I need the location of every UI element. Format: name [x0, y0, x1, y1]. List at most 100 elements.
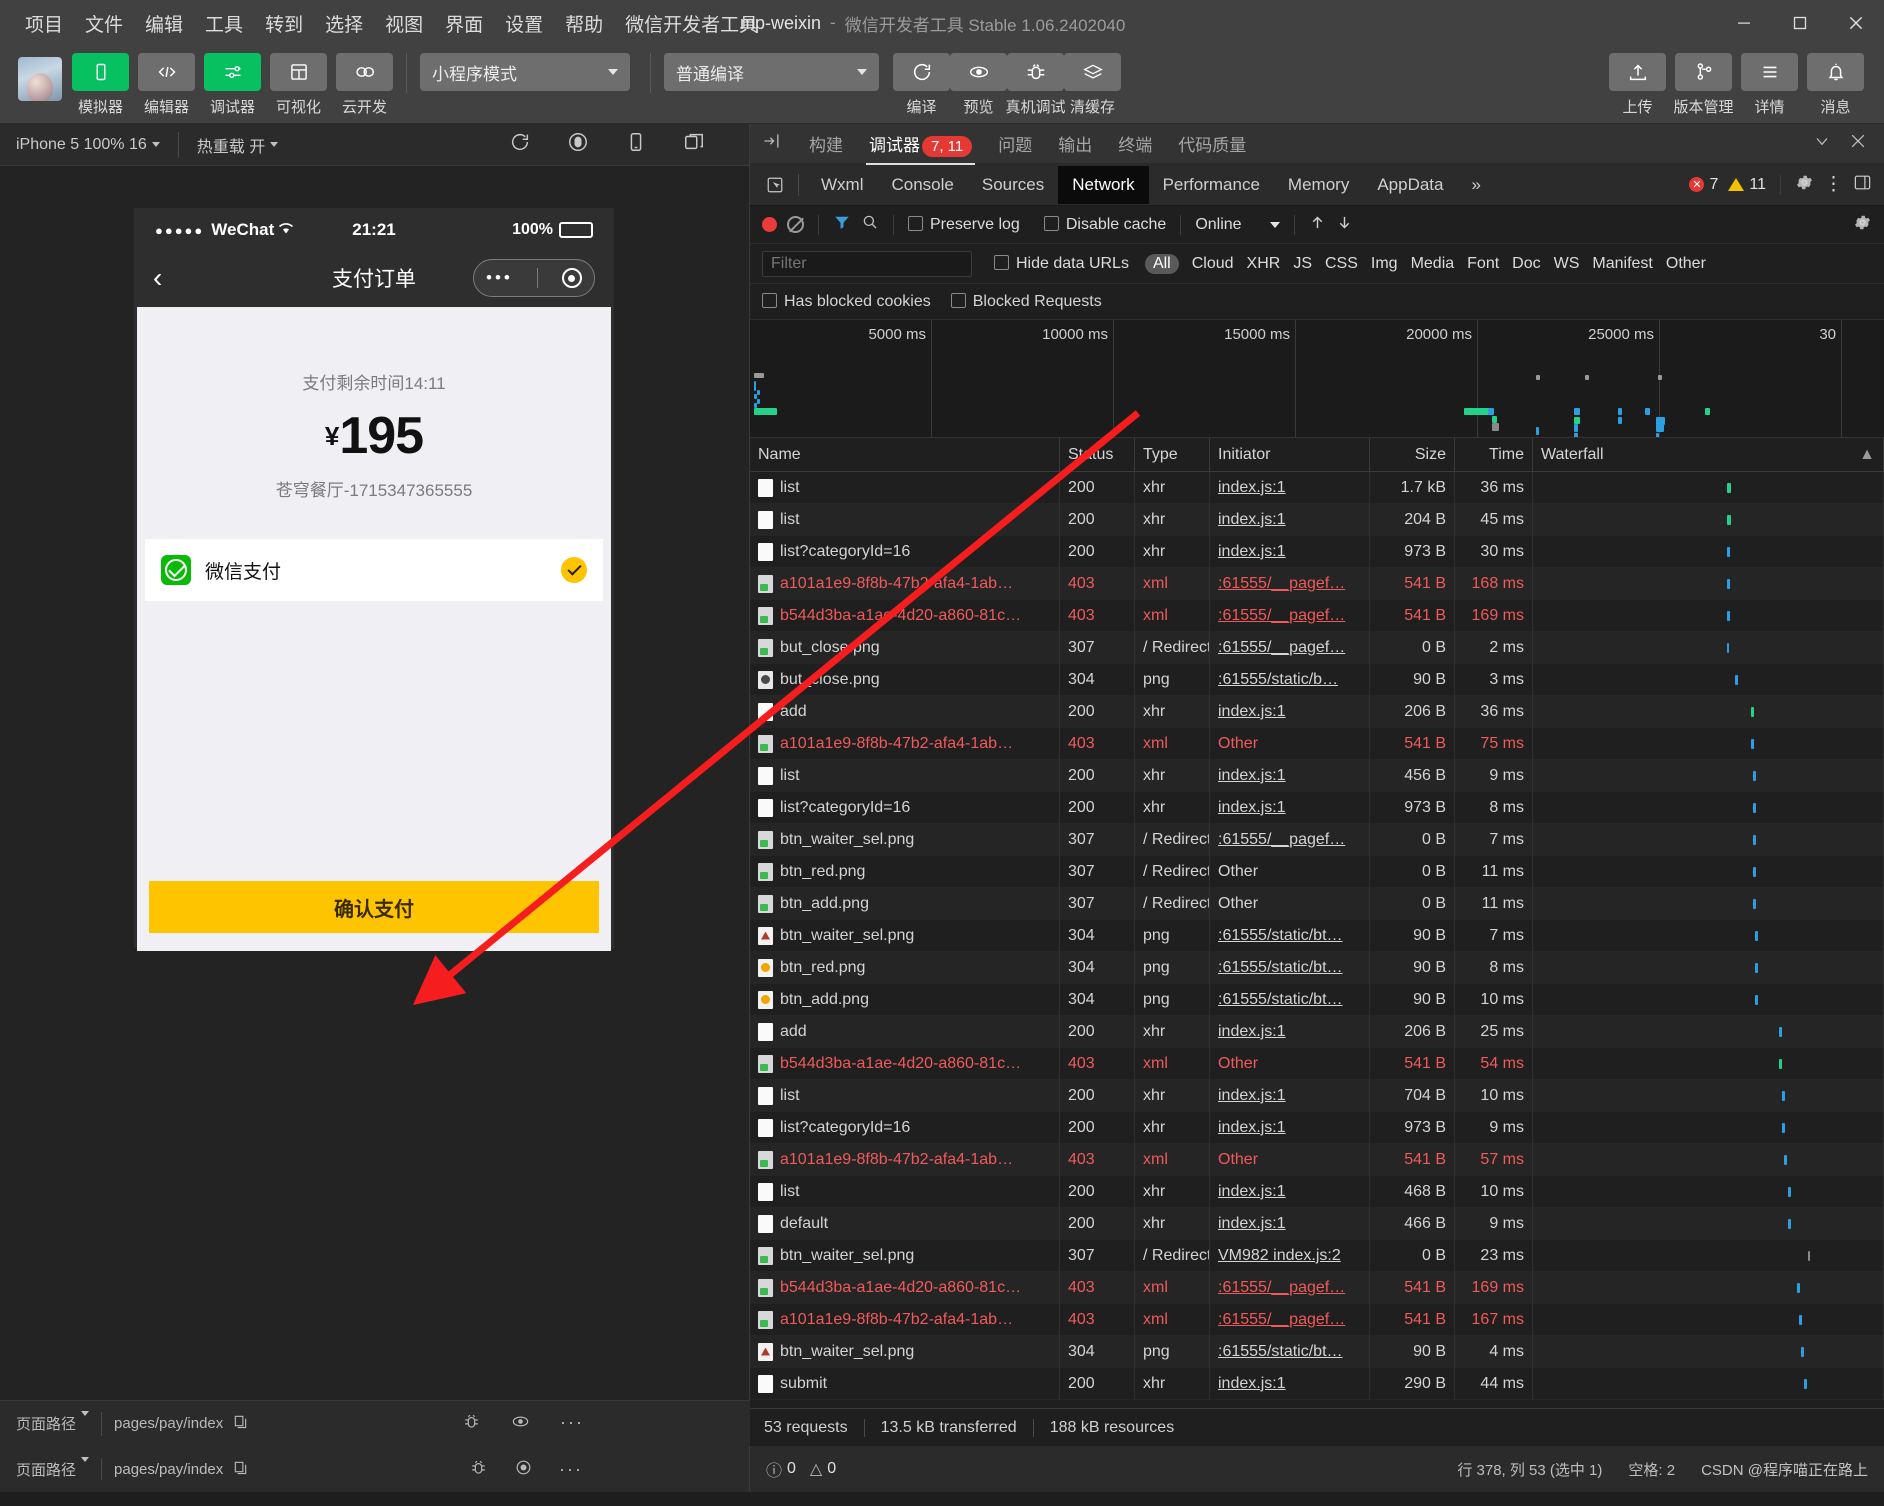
- filter-type-CSS[interactable]: CSS: [1325, 255, 1358, 273]
- filter-type-Media[interactable]: Media: [1411, 255, 1455, 273]
- content-tab-»[interactable]: »: [1458, 166, 1495, 204]
- content-tab-Sources[interactable]: Sources: [968, 166, 1058, 204]
- table-row[interactable]: btn_add.png 304 png:61555/static/bt… 90 B 10…: [750, 983, 1884, 1016]
- close-button[interactable]: [1828, 0, 1884, 46]
- column-header-initiator[interactable]: Initiator: [1210, 437, 1370, 472]
- table-row[interactable]: b544d3ba-a1ae-4d20-a860-81c… 403 xml Other 5…: [750, 1047, 1884, 1080]
- payment-method-row[interactable]: 微信支付: [145, 539, 603, 601]
- toolbar-button-编译[interactable]: 编译: [893, 53, 950, 117]
- record-icon[interactable]: [762, 217, 777, 232]
- close-icon[interactable]: [1848, 131, 1868, 156]
- table-row[interactable]: a101a1e9-8f8b-47b2-afa4-1ab… 403 xml Other 5…: [750, 1143, 1884, 1176]
- mode-select[interactable]: 小程序模式: [420, 53, 630, 91]
- disable-cache-checkbox[interactable]: Disable cache: [1043, 215, 1166, 234]
- menu-item-2[interactable]: 编辑: [134, 6, 194, 41]
- download-arrow-icon[interactable]: [1336, 214, 1353, 236]
- upload-arrow-icon[interactable]: [1309, 214, 1326, 236]
- content-tab-Memory[interactable]: Memory: [1274, 166, 1363, 204]
- dock-icon[interactable]: [1853, 173, 1872, 197]
- table-row[interactable]: but_close.png 304 png:61555/static/b… 90 B3…: [750, 663, 1884, 696]
- column-header-status[interactable]: Status: [1060, 437, 1135, 472]
- request-initiator[interactable]: :61555/static/bt…: [1218, 1343, 1343, 1361]
- request-initiator[interactable]: :61555/static/bt…: [1218, 959, 1343, 977]
- column-header-type[interactable]: Type: [1135, 437, 1210, 472]
- bug-icon[interactable]: [469, 1458, 488, 1481]
- status-error-count[interactable]: ⓘ 0: [766, 1457, 796, 1481]
- has-blocked-cookies-checkbox[interactable]: Has blocked cookies: [762, 292, 931, 311]
- panel-tab-终端[interactable]: 终端: [1107, 123, 1163, 164]
- chevron-down-icon[interactable]: [1812, 131, 1832, 156]
- filter-type-XHR[interactable]: XHR: [1247, 255, 1281, 273]
- toolbar-button-调试器[interactable]: 调试器: [204, 53, 261, 117]
- request-initiator[interactable]: index.js:1: [1218, 1023, 1286, 1041]
- record-icon[interactable]: [567, 131, 589, 158]
- blocked-requests-checkbox[interactable]: Blocked Requests: [950, 292, 1102, 311]
- status-warning-count[interactable]: △ 0: [810, 1459, 836, 1479]
- request-initiator[interactable]: :61555/static/b…: [1218, 671, 1338, 689]
- content-tab-Console[interactable]: Console: [877, 166, 967, 204]
- menu-item-3[interactable]: 工具: [194, 6, 254, 41]
- table-row[interactable]: btn_red.png 307/ Redirect Other 0 B 11 ms: [750, 855, 1884, 888]
- checkbox[interactable]: [1043, 215, 1059, 231]
- filter-type-JS[interactable]: JS: [1293, 255, 1312, 273]
- column-header-name[interactable]: Name: [750, 437, 1060, 472]
- table-row[interactable]: add 200 xhr index.js:1 206 B 36 ms: [750, 695, 1884, 728]
- cursor-position[interactable]: 行 378, 列 53 (选中 1): [1457, 1459, 1602, 1480]
- kebab-menu-icon[interactable]: ⋮: [1824, 175, 1843, 194]
- request-initiator[interactable]: :61555/__pagef…: [1218, 1279, 1345, 1297]
- table-row[interactable]: btn_red.png 304 png:61555/static/bt… 90 B8 …: [750, 951, 1884, 984]
- table-row[interactable]: btn_waiter_sel.png 304 png:61555/static/bt…: [750, 919, 1884, 952]
- request-initiator[interactable]: index.js:1: [1218, 479, 1286, 497]
- preserve-log-checkbox[interactable]: Preserve log: [908, 215, 1020, 234]
- filter-type-Cloud[interactable]: Cloud: [1192, 255, 1234, 273]
- table-row[interactable]: list 200 xhr index.js:1 456 B9 ms: [750, 759, 1884, 792]
- inspect-cursor-icon[interactable]: [760, 172, 790, 198]
- network-overview-timeline[interactable]: 5000 ms 10000 ms 15000 ms 20000 ms 25000 ms 3…: [750, 320, 1884, 438]
- funnel-icon[interactable]: [833, 213, 851, 236]
- search-icon[interactable]: [861, 213, 879, 236]
- checkbox[interactable]: [908, 215, 923, 231]
- request-initiator[interactable]: index.js:1: [1218, 1183, 1286, 1201]
- filter-type-Other[interactable]: Other: [1666, 255, 1706, 273]
- gear-icon[interactable]: [1853, 213, 1872, 237]
- request-initiator[interactable]: VM982 index.js:2: [1218, 1247, 1341, 1265]
- clear-icon[interactable]: [787, 216, 804, 233]
- table-row[interactable]: a101a1e9-8f8b-47b2-afa4-1ab… 403 xml:61555…: [750, 1303, 1884, 1336]
- minimize-button[interactable]: [1716, 0, 1772, 46]
- filter-type-Doc[interactable]: Doc: [1512, 255, 1540, 273]
- table-row[interactable]: a101a1e9-8f8b-47b2-afa4-1ab… 403 xml Other 5…: [750, 727, 1884, 760]
- menu-item-7[interactable]: 界面: [434, 6, 494, 41]
- error-count-badge[interactable]: ✕ 7: [1689, 176, 1718, 194]
- wechat-capsule[interactable]: •••: [473, 259, 595, 297]
- panel-tab-调试器[interactable]: 调试器 7, 11: [858, 123, 983, 165]
- toolbar-button-版本管理[interactable]: 版本管理: [1674, 53, 1734, 117]
- copy-icon[interactable]: [233, 1414, 248, 1433]
- request-initiator[interactable]: index.js:1: [1218, 799, 1286, 817]
- table-row[interactable]: default 200 xhr index.js:1 466 B9 ms: [750, 1207, 1884, 1240]
- page-path-select[interactable]: 页面路径: [16, 1456, 90, 1480]
- table-row[interactable]: b544d3ba-a1ae-4d20-a860-81c… 403 xml:61555…: [750, 599, 1884, 632]
- multi-window-icon[interactable]: [683, 131, 705, 158]
- request-initiator[interactable]: index.js:1: [1218, 511, 1286, 529]
- table-row[interactable]: list 200 xhr index.js:1 204 B 45 ms: [750, 503, 1884, 536]
- filter-type-Img[interactable]: Img: [1371, 255, 1398, 273]
- page-path-select[interactable]: 页面路径: [16, 1411, 90, 1434]
- refresh-icon[interactable]: [509, 131, 531, 158]
- hide-data-urls-checkbox[interactable]: Hide data URLs: [994, 254, 1129, 273]
- toolbar-button-云开发[interactable]: 云开发: [336, 53, 393, 117]
- table-row[interactable]: list 200 xhr index.js:1 1.7 kB 36 ms: [750, 472, 1884, 504]
- hot-reload-select[interactable]: 热重载 开: [197, 133, 279, 157]
- toolbar-button-清缓存[interactable]: 清缓存: [1064, 53, 1121, 117]
- request-initiator[interactable]: :61555/static/bt…: [1218, 927, 1343, 945]
- table-row[interactable]: add 200 xhr index.js:1 206 B 25 ms: [750, 1015, 1884, 1048]
- gear-icon[interactable]: [1795, 173, 1814, 197]
- checkbox[interactable]: [950, 292, 966, 308]
- toolbar-button-消息[interactable]: 消息: [1807, 53, 1864, 117]
- filter-type-WS[interactable]: WS: [1554, 255, 1580, 273]
- menu-item-6[interactable]: 视图: [374, 6, 434, 41]
- request-initiator[interactable]: index.js:1: [1218, 1087, 1286, 1105]
- sort-asc-icon[interactable]: ▲: [1859, 446, 1875, 464]
- maximize-button[interactable]: [1772, 0, 1828, 46]
- panel-tab-问题[interactable]: 问题: [987, 123, 1043, 164]
- toolbar-button-上传[interactable]: 上传: [1609, 53, 1666, 117]
